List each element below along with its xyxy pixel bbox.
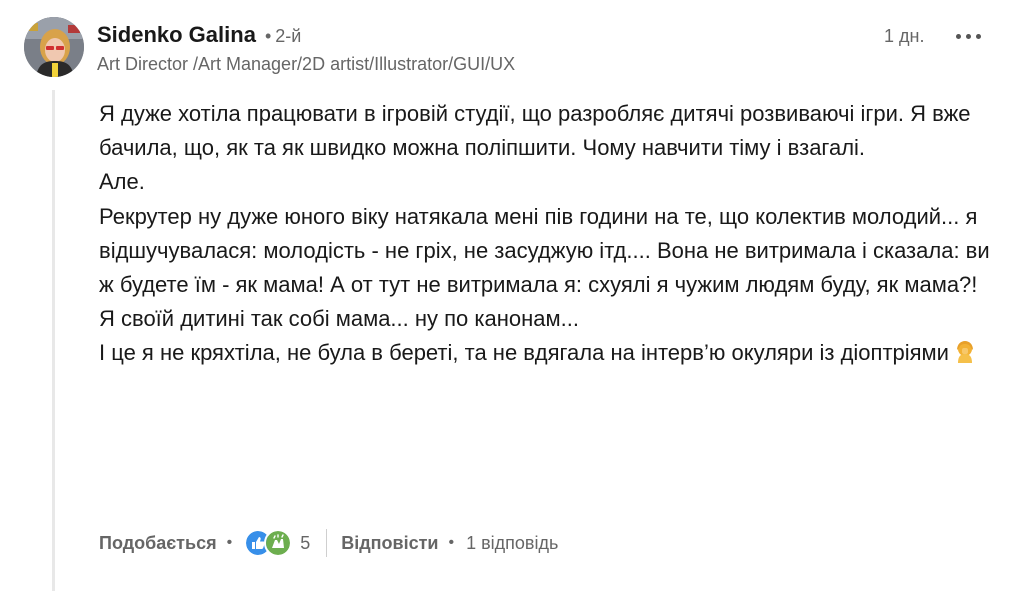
more-horizontal-icon: [975, 33, 981, 39]
comment-actions: Подобається • 5 Відповісти • 1 відповідь: [99, 528, 558, 558]
separator-dot: •: [226, 534, 233, 551]
replies-count-link[interactable]: 1 відповідь: [466, 533, 558, 554]
more-horizontal-icon: [965, 33, 971, 39]
author-headline: Art Director /Art Manager/2D artist/Illu…: [97, 54, 516, 74]
comment-paragraph-text: І це я не кряхтіла, не була в береті, та…: [99, 340, 949, 366]
action-divider: [326, 529, 328, 557]
comment-body: Я дуже хотіла працювати в ігровій студії…: [99, 97, 999, 374]
comment-card: Sidenko Galina • 2-й Art Director /Art M…: [0, 0, 1024, 591]
reaction-count: 5: [300, 532, 311, 553]
reply-button[interactable]: Відповісти: [341, 533, 438, 554]
avatar[interactable]: [24, 17, 84, 77]
comment-paragraph: Але.: [99, 169, 145, 195]
more-horizontal-icon: [955, 33, 961, 39]
reactions-summary[interactable]: 5: [244, 529, 310, 557]
thread-line: [52, 90, 55, 591]
like-button[interactable]: Подобається: [99, 533, 217, 554]
avatar-image: [24, 17, 84, 77]
separator-dot: •: [448, 534, 455, 551]
separator-dot: •: [264, 26, 272, 46]
author-row: Sidenko Galina • 2-й: [97, 22, 301, 48]
comment-paragraph-last: І це я не кряхтіла, не була в береті, та…: [99, 336, 999, 373]
connection-degree: 2-й: [275, 26, 302, 46]
author-name[interactable]: Sidenko Galina: [97, 22, 256, 48]
celebrate-reaction-icon: [264, 529, 293, 557]
face-palm-emoji: [953, 339, 977, 373]
comment-timestamp: 1 дн.: [884, 26, 925, 46]
comment-paragraph: Я дуже хотіла працювати в ігровій студії…: [99, 101, 971, 161]
comment-paragraph: Рекрутер ну дуже юного віку натякала мен…: [99, 203, 990, 332]
more-options-button[interactable]: [948, 22, 988, 50]
